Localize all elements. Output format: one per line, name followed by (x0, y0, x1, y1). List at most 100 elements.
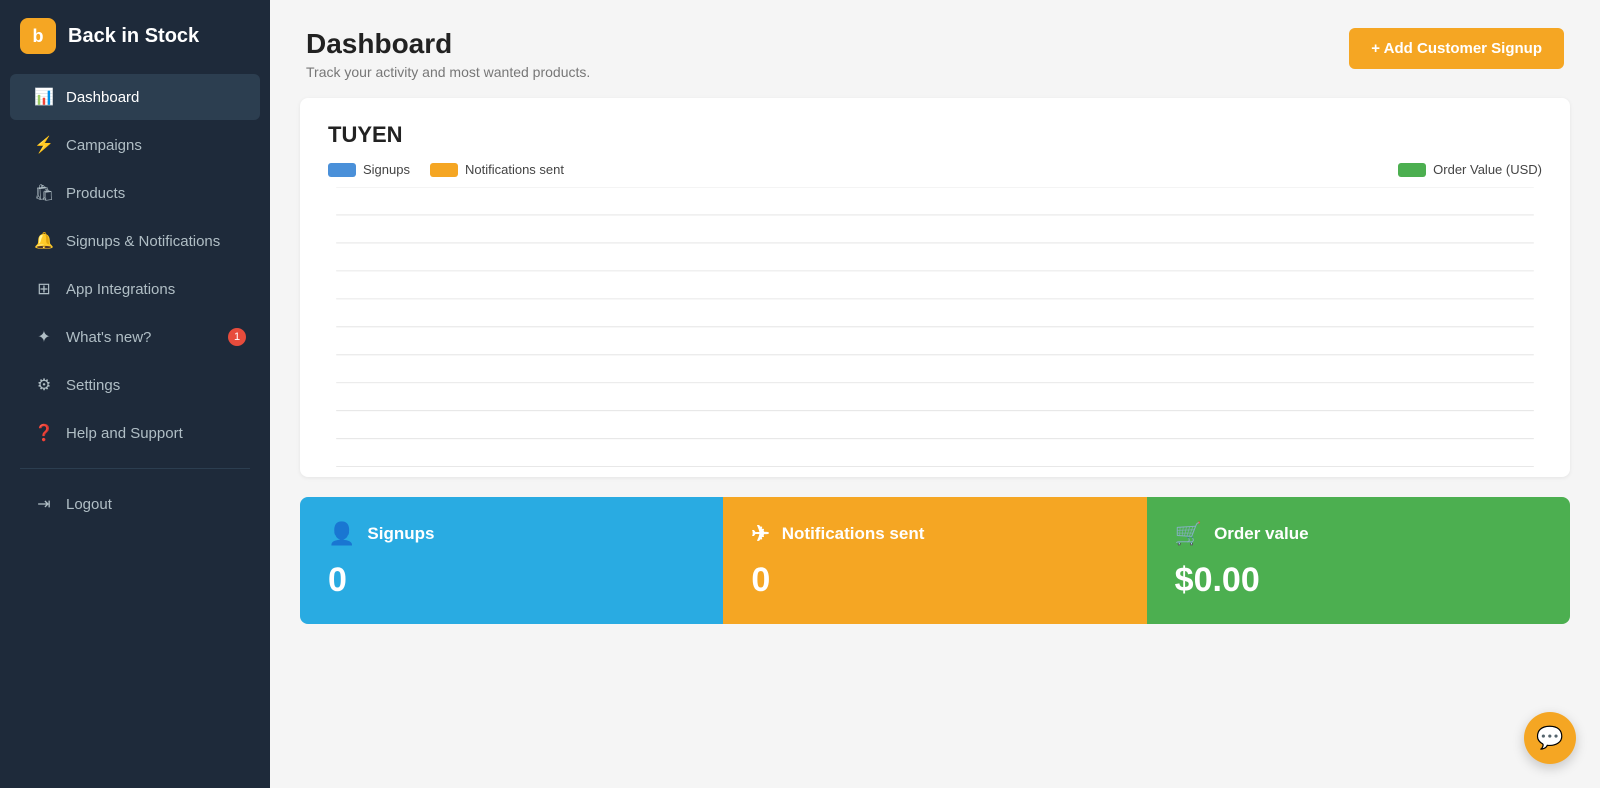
svg-text:2022-09-29: 2022-09-29 (628, 476, 661, 477)
svg-text:2022-09-21: 2022-09-21 (328, 476, 346, 477)
store-name: TUYEN (328, 122, 1542, 148)
svg-text:2022-09-22: 2022-09-22 (352, 476, 385, 477)
sidebar-item-logout[interactable]: ⇥ Logout (10, 481, 260, 527)
page-subtitle: Track your activity and most wanted prod… (306, 64, 590, 80)
dashboard-chart-card: TUYEN Signups Notifications sent Order V… (300, 98, 1570, 477)
chart-svg: 0 0,1 0,2 0,3 0,4 0,5 0,6 0,7 0,8 0,9 1,… (328, 187, 1542, 477)
sidebar-divider (20, 468, 250, 469)
sidebar-label-products: Products (66, 185, 125, 202)
svg-text:2022-09-26: 2022-09-26 (510, 476, 543, 477)
svg-text:2022-10-05: 2022-10-05 (864, 476, 897, 477)
whatsnew-badge: 1 (228, 328, 246, 346)
svg-text:2022-10-13: 2022-10-13 (1179, 476, 1212, 477)
legend-signups: Signups (328, 162, 410, 177)
order-card-value: $0.00 (1175, 561, 1542, 600)
order-card-icon: 🛒 (1175, 521, 1202, 547)
svg-text:2022-10-11: 2022-10-11 (1101, 476, 1134, 477)
order-value-color-swatch (1398, 163, 1426, 177)
sidebar-label-whatsnew: What's new? (66, 329, 151, 346)
settings-icon: ⚙ (34, 375, 54, 395)
sidebar-item-whatsnew[interactable]: ✦ What's new? 1 (10, 314, 260, 360)
notifications-card-icon: ✈ (751, 521, 769, 547)
page-header: Dashboard Track your activity and most w… (270, 0, 1600, 98)
sidebar-item-dashboard[interactable]: 📊 Dashboard (10, 74, 260, 120)
stat-cards: 👤 Signups 0 ✈ Notifications sent 0 🛒 Ord… (300, 497, 1570, 624)
svg-text:2022-10-14: 2022-10-14 (1218, 476, 1251, 477)
sidebar-label-logout: Logout (66, 496, 112, 513)
app-name: Back in Stock (68, 25, 199, 48)
signups-card-label: Signups (367, 524, 434, 544)
integrations-icon: ⊞ (34, 279, 54, 299)
sidebar: b Back in Stock 📊 Dashboard ⚡ Campaigns … (0, 0, 270, 788)
whatsnew-icon: ✦ (34, 327, 54, 347)
legend-order-value: Order Value (USD) (1398, 162, 1542, 177)
nav-items: 📊 Dashboard ⚡ Campaigns 🛍 Products 🔔 Sig… (0, 72, 270, 458)
notifications-card-value: 0 (751, 561, 1118, 600)
svg-text:2022-09-28: 2022-09-28 (588, 476, 621, 477)
signups-card-value: 0 (328, 561, 695, 600)
main-content: Dashboard Track your activity and most w… (270, 0, 1600, 788)
svg-text:2022-10-17: 2022-10-17 (1336, 476, 1369, 477)
chat-support-button[interactable]: 💬 (1524, 712, 1576, 764)
svg-text:2022-10-15: 2022-10-15 (1258, 476, 1291, 477)
sidebar-item-settings[interactable]: ⚙ Settings (10, 362, 260, 408)
svg-text:2022-09-30: 2022-09-30 (667, 476, 700, 477)
help-icon: ❓ (34, 423, 54, 443)
sidebar-label-help: Help and Support (66, 425, 183, 442)
sidebar-item-integrations[interactable]: ⊞ App Integrations (10, 266, 260, 312)
sidebar-item-signups[interactable]: 🔔 Signups & Notifications (10, 218, 260, 264)
svg-text:2022-10-04: 2022-10-04 (825, 476, 858, 477)
signups-color-swatch (328, 163, 356, 177)
sidebar-item-help[interactable]: ❓ Help and Support (10, 410, 260, 456)
svg-text:2022-10-18: 2022-10-18 (1376, 476, 1409, 477)
logout-icon: ⇥ (34, 494, 54, 514)
svg-text:2022-10-08: 2022-10-08 (982, 476, 1015, 477)
stat-card-order-header: 🛒 Order value (1175, 521, 1542, 547)
svg-text:2022-09-25: 2022-09-25 (470, 476, 503, 477)
legend-order-value-label: Order Value (USD) (1433, 162, 1542, 177)
svg-text:2022-10-02: 2022-10-02 (746, 476, 779, 477)
svg-text:2022-10-12: 2022-10-12 (1140, 476, 1173, 477)
sidebar-logo[interactable]: b Back in Stock (0, 0, 270, 72)
notifications-card-label: Notifications sent (782, 524, 925, 544)
sidebar-label-campaigns: Campaigns (66, 137, 142, 154)
stat-card-notifications-header: ✈ Notifications sent (751, 521, 1118, 547)
notifications-color-swatch (430, 163, 458, 177)
page-title: Dashboard (306, 28, 590, 60)
svg-text:2022-10-19: 2022-10-19 (1415, 476, 1448, 477)
signups-card-icon: 👤 (328, 521, 355, 547)
sidebar-label-settings: Settings (66, 377, 120, 394)
dashboard-icon: 📊 (34, 87, 54, 107)
stat-card-order-value: 🛒 Order value $0.00 (1147, 497, 1570, 624)
campaigns-icon: ⚡ (34, 135, 54, 155)
add-customer-signup-button[interactable]: + Add Customer Signup (1349, 28, 1564, 69)
stat-card-signups-header: 👤 Signups (328, 521, 695, 547)
svg-text:2022-10-06: 2022-10-06 (903, 476, 936, 477)
svg-text:2022-09-24: 2022-09-24 (431, 476, 464, 477)
sidebar-label-integrations: App Integrations (66, 281, 175, 298)
svg-text:2022-10-16: 2022-10-16 (1297, 476, 1330, 477)
stat-card-signups: 👤 Signups 0 (300, 497, 723, 624)
signups-icon: 🔔 (34, 231, 54, 251)
chart-container: 0 0,1 0,2 0,3 0,4 0,5 0,6 0,7 0,8 0,9 1,… (328, 187, 1542, 477)
sidebar-label-dashboard: Dashboard (66, 89, 139, 106)
svg-text:2022-10-09: 2022-10-09 (1022, 476, 1055, 477)
svg-text:2022-10-20: 2022-10-20 (1455, 476, 1488, 477)
products-icon: 🛍 (34, 183, 54, 203)
sidebar-item-products[interactable]: 🛍 Products (10, 170, 260, 216)
logo-icon: b (20, 18, 56, 54)
svg-text:2022-09-27: 2022-09-27 (549, 476, 582, 477)
legend-notifications-label: Notifications sent (465, 162, 564, 177)
svg-text:2022-10-10: 2022-10-10 (1061, 476, 1094, 477)
svg-text:2022-10-21: 2022-10-21 (1494, 476, 1527, 477)
stat-card-notifications: ✈ Notifications sent 0 (723, 497, 1146, 624)
legend-notifications: Notifications sent (430, 162, 564, 177)
svg-text:2022-10-07: 2022-10-07 (943, 476, 976, 477)
svg-text:2022-10-01: 2022-10-01 (707, 476, 740, 477)
svg-text:2022-10-03: 2022-10-03 (785, 476, 818, 477)
order-card-label: Order value (1214, 524, 1309, 544)
sidebar-label-signups: Signups & Notifications (66, 233, 220, 250)
header-left: Dashboard Track your activity and most w… (306, 28, 590, 80)
chart-legend: Signups Notifications sent Order Value (… (328, 162, 1542, 177)
sidebar-item-campaigns[interactable]: ⚡ Campaigns (10, 122, 260, 168)
